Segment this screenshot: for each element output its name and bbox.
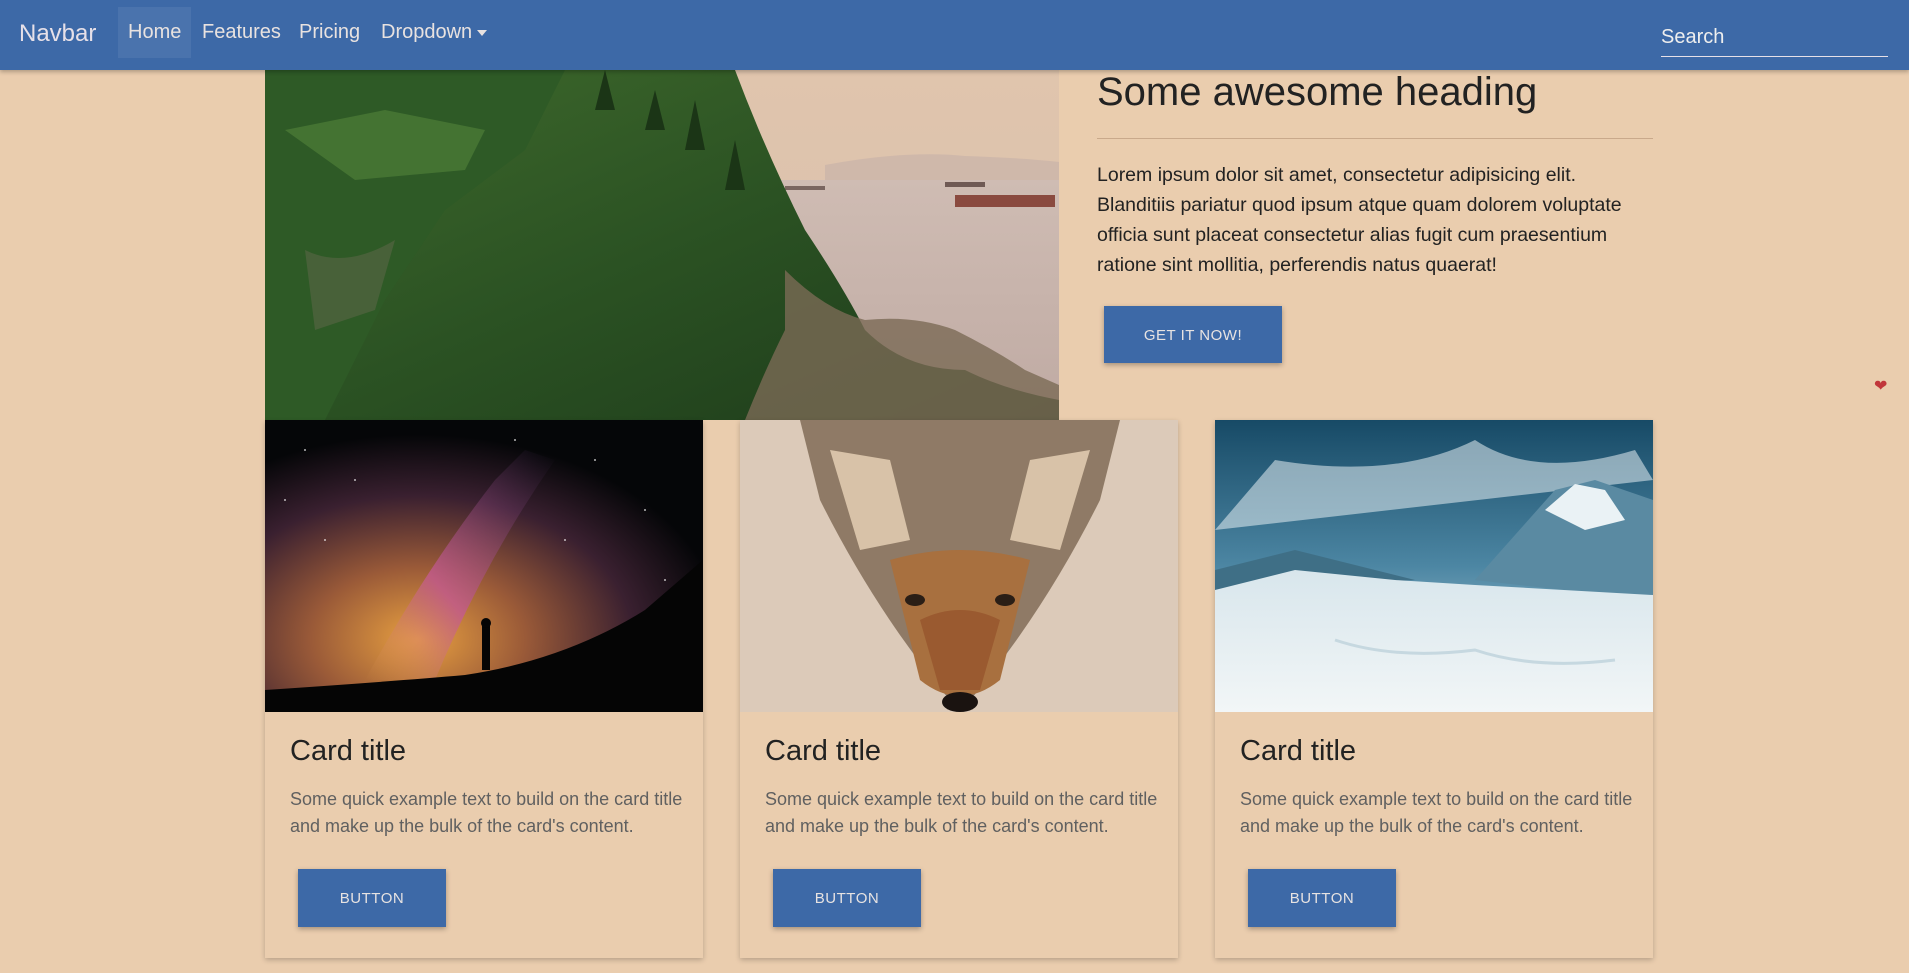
coyote-image [740, 420, 1178, 712]
card-button[interactable]: BUTTON [298, 869, 446, 927]
card-image [740, 420, 1178, 712]
divider [1097, 138, 1653, 139]
card-text: Some quick example text to build on the … [765, 789, 1158, 836]
card: Card title Some quick example text to bu… [1215, 420, 1653, 958]
chevron-down-icon [477, 29, 488, 36]
get-it-now-button[interactable]: GET IT NOW! [1104, 306, 1282, 363]
heart-icon[interactable]: ❤ [1874, 376, 1887, 396]
nav-item-label: Pricing [299, 21, 361, 43]
card-text: Some quick example text to build on the … [1240, 789, 1633, 836]
card-title: Card title [1240, 735, 1357, 767]
card: Card title Some quick example text to bu… [740, 420, 1178, 958]
nav-item-label: Home [128, 21, 182, 43]
card: Card title Some quick example text to bu… [265, 420, 703, 958]
navbar: Navbar Home Features Pricing Dropdown [0, 0, 1909, 70]
nav-item-features[interactable]: Features [192, 7, 291, 58]
card-text: Some quick example text to build on the … [290, 789, 683, 836]
nav-item-pricing[interactable]: Pricing [289, 7, 370, 58]
card-image [265, 420, 703, 712]
hero-heading: Some awesome heading [1097, 70, 1538, 114]
night-sky-image [265, 420, 703, 712]
hero-paragraph: Lorem ipsum dolor sit amet, consectetur … [1097, 164, 1622, 276]
card-button[interactable]: BUTTON [773, 869, 921, 927]
search-input[interactable] [1661, 18, 1888, 57]
forest-coast-image [265, 70, 1059, 420]
nav-item-home[interactable]: Home [118, 7, 192, 58]
snowy-mountain-image [1215, 420, 1653, 712]
card-title: Card title [290, 735, 407, 767]
navbar-brand[interactable]: Navbar [19, 20, 96, 48]
nav-item-label: Dropdown [381, 21, 473, 43]
hero-image [265, 70, 1059, 420]
card-button[interactable]: BUTTON [1248, 869, 1396, 927]
nav-item-dropdown[interactable]: Dropdown [371, 7, 497, 58]
nav-item-label: Features [202, 21, 281, 43]
card-title: Card title [765, 735, 882, 767]
card-image [1215, 420, 1653, 712]
